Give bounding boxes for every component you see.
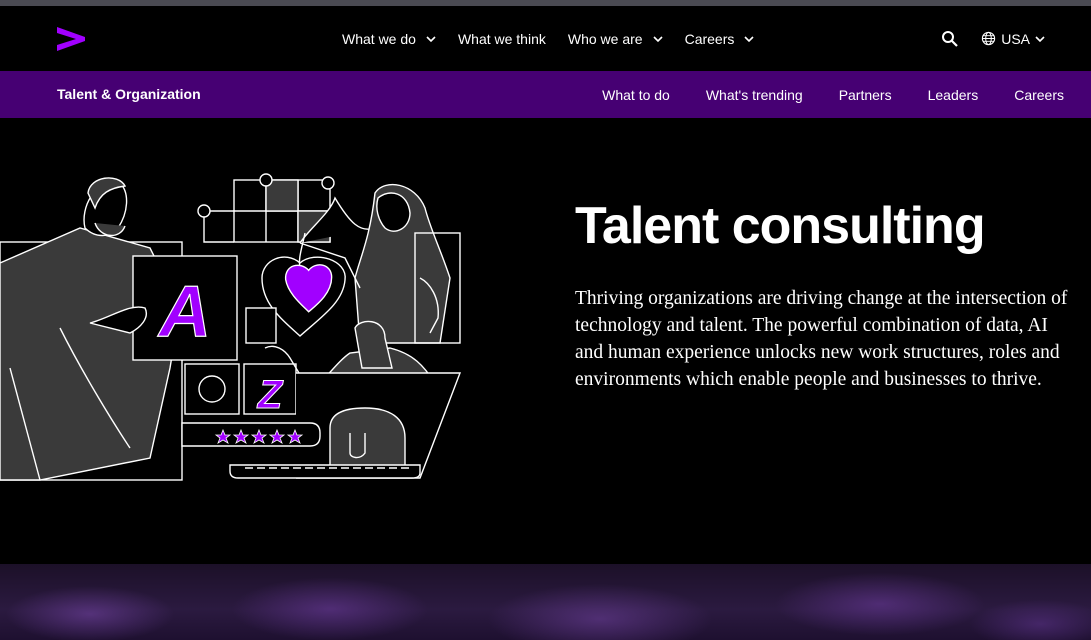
main-nav: What we do What we think Who we are Care… [342,6,776,71]
subnav-whats-trending[interactable]: What's trending [706,87,803,103]
chevron-down-icon [744,35,754,42]
nav-what-we-think[interactable]: What we think [458,31,546,47]
language-selector[interactable]: USA [981,31,1045,47]
illustration-letter-a: A [157,272,211,352]
section-subnav: Talent & Organization What to do What's … [0,71,1091,118]
chevron-down-icon [653,35,663,42]
hero-description: Thriving organizations are driving chang… [575,288,1068,390]
hero-section: A Z Talent consulting Thriving organizat… [0,118,1091,564]
accenture-logo[interactable] [56,24,86,54]
header-utilities: USA [941,6,1045,71]
language-label: USA [1001,30,1030,47]
subnav-links: What to do What's trending Partners Lead… [566,71,1064,118]
subnav-partners[interactable]: Partners [839,87,892,103]
globe-icon [982,31,996,46]
subnav-careers[interactable]: Careers [1014,87,1064,103]
subnav-what-to-do[interactable]: What to do [602,87,670,103]
nav-label: What we do [342,30,416,47]
hero-title: Talent consulting [575,197,986,255]
nav-careers[interactable]: Careers [685,31,755,47]
chevron-down-icon [426,35,436,42]
next-section-background [0,564,1091,640]
subnav-title[interactable]: Talent & Organization [57,71,201,118]
nav-label: Who we are [567,30,643,47]
chevron-down-icon [1035,35,1045,42]
nav-what-we-do[interactable]: What we do [342,31,436,47]
talent-illustration: A Z [0,173,462,481]
search-icon[interactable] [941,30,959,48]
nav-who-we-are[interactable]: Who we are [568,31,663,47]
nav-label: Careers [684,30,735,47]
nav-label: What we think [457,30,546,47]
illustration-letter-z: Z [257,373,284,417]
site-header: What we do What we think Who we are Care… [0,6,1091,71]
subnav-leaders[interactable]: Leaders [928,87,979,103]
